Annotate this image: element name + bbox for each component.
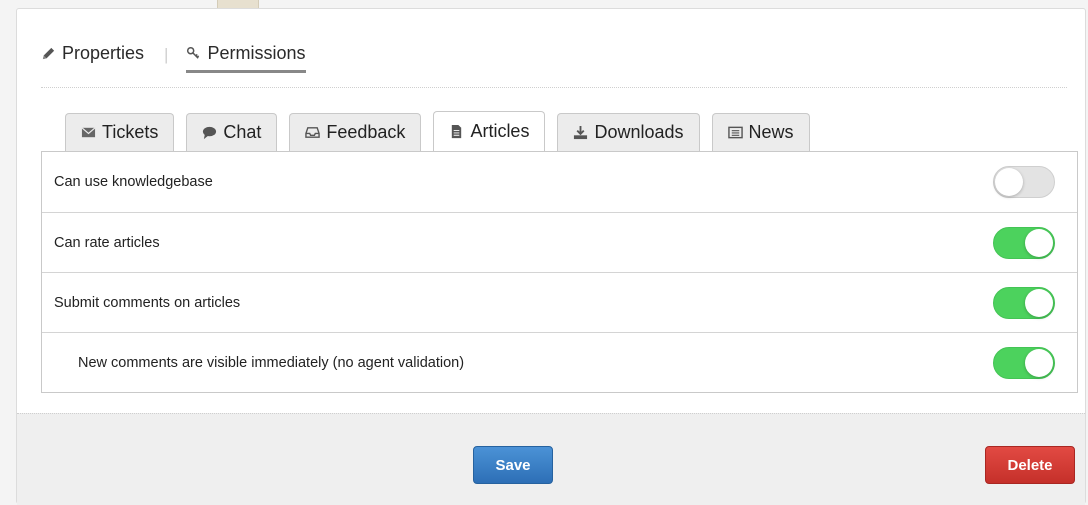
permission-label: Can use knowledgebase	[54, 174, 213, 190]
subtab-tickets-label: Tickets	[102, 122, 159, 142]
toggle-comments-visible[interactable]	[993, 346, 1055, 379]
header-tabs: Properties | Permissions	[41, 43, 306, 83]
tab-properties[interactable]: Properties	[41, 43, 144, 70]
save-button[interactable]: Save	[473, 446, 553, 484]
subtab-feedback[interactable]: Feedback	[289, 113, 422, 151]
permission-row-use-knowledgebase: Can use knowledgebase	[42, 152, 1077, 212]
subtab-articles-label: Articles	[470, 121, 530, 141]
permissions-table: Can use knowledgebase Can rate articles …	[41, 151, 1078, 393]
newspaper-icon	[727, 126, 743, 139]
permission-label: Submit comments on articles	[54, 294, 241, 311]
toggle-use-knowledgebase[interactable]	[993, 166, 1055, 198]
subtab-articles[interactable]: Articles	[433, 111, 546, 151]
subtab-chat[interactable]: Chat	[186, 113, 278, 151]
download-icon	[574, 125, 588, 140]
tab-properties-label: Properties	[62, 43, 145, 63]
pencil-icon	[42, 47, 55, 60]
subtab-news[interactable]: News	[711, 113, 810, 151]
sub-tabs: Tickets Chat Feedback Articles Downloads…	[65, 111, 810, 151]
toggle-knob	[1025, 288, 1053, 317]
permission-row-comments-visible: New comments are visible immediately (no…	[42, 332, 1077, 392]
permission-row-submit-comments: Submit comments on articles	[42, 272, 1077, 332]
form-footer: Save Delete	[17, 413, 1085, 505]
toggle-knob	[1025, 228, 1053, 257]
subtab-tickets[interactable]: Tickets	[65, 113, 175, 151]
key-icon	[187, 46, 200, 59]
toggle-knob	[1025, 348, 1053, 377]
tab-separator: |	[164, 45, 169, 64]
envelope-icon	[81, 127, 96, 138]
divider	[41, 87, 1067, 88]
toggle-submit-comments[interactable]	[993, 286, 1055, 319]
permission-label: New comments are visible immediately (no…	[78, 354, 465, 371]
subtab-downloads-label: Downloads	[594, 122, 684, 142]
toggle-rate-articles[interactable]	[993, 226, 1055, 259]
delete-button[interactable]: Delete	[985, 446, 1075, 484]
permission-label: Can rate articles	[54, 234, 160, 251]
inbox-icon	[305, 127, 321, 138]
tab-permissions-label: Permissions	[207, 43, 306, 63]
tab-permissions[interactable]: Permissions	[186, 43, 306, 73]
speech-bubble-icon	[203, 126, 217, 140]
permission-row-rate-articles: Can rate articles	[42, 212, 1077, 272]
document-icon	[452, 124, 462, 139]
subtab-news-label: News	[748, 122, 794, 142]
subtab-chat-label: Chat	[223, 122, 262, 142]
subtab-downloads[interactable]: Downloads	[557, 113, 700, 151]
toggle-knob	[995, 168, 1023, 196]
permissions-panel: Properties | Permissions Tickets Chat Fe…	[16, 8, 1086, 505]
subtab-feedback-label: Feedback	[326, 122, 406, 142]
